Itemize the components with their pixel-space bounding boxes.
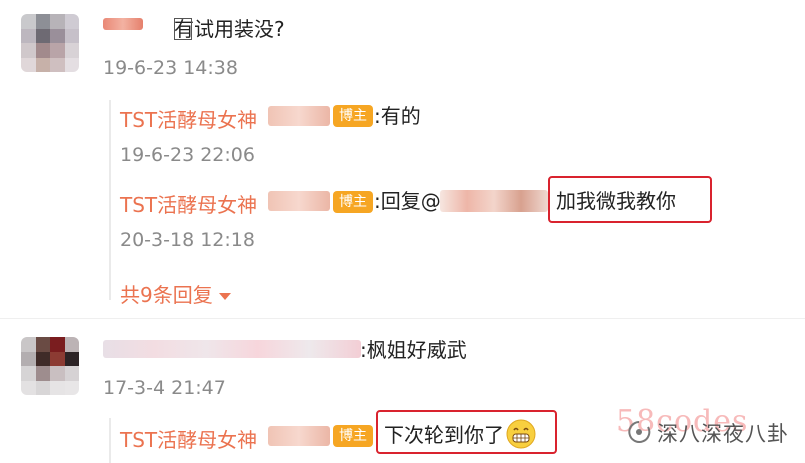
reply-text-prefix: :回复@	[374, 189, 441, 213]
comment-text: :枫姐好威武	[360, 338, 467, 362]
reply-timestamp: 19-6-23 22:06	[120, 144, 255, 166]
reply-author[interactable]: TST活酵母女神	[120, 189, 257, 218]
username-redacted[interactable]	[103, 18, 143, 30]
username-redacted[interactable]	[103, 340, 361, 358]
more-replies-label: 共9条回复	[120, 283, 213, 307]
author-name-redacted	[268, 106, 330, 126]
text-cursor	[174, 18, 192, 40]
reply-timestamp: 20-3-18 12:18	[120, 229, 255, 251]
author-name-redacted	[268, 426, 330, 446]
channel-watermark: 深八深夜八卦	[657, 422, 789, 446]
comment-timestamp: 17-3-4 21:47	[103, 377, 226, 399]
comment-timestamp: 19-6-23 14:38	[103, 57, 238, 79]
avatar[interactable]	[21, 14, 79, 72]
reply-text: 下次轮到你了	[384, 423, 504, 447]
wechat-logo-icon	[626, 419, 652, 445]
caret-down-icon	[218, 293, 231, 300]
reply-author[interactable]: TST活酵母女神	[120, 104, 257, 133]
reply-author[interactable]: TST活酵母女神	[120, 424, 257, 453]
reply-text: :有的	[374, 104, 421, 128]
blogger-badge: 博主	[333, 191, 373, 213]
mention-redacted[interactable]	[440, 190, 548, 212]
reply-thread-line	[109, 100, 111, 300]
author-name-redacted	[268, 191, 330, 211]
reply-thread-line	[109, 418, 111, 463]
more-replies-link[interactable]: 共9条回复	[120, 279, 231, 308]
grin-emoji-icon	[506, 419, 536, 449]
avatar[interactable]	[21, 337, 79, 395]
highlighted-reply-text: 加我微我教你	[556, 189, 676, 213]
divider	[0, 318, 805, 319]
blogger-badge: 博主	[333, 425, 373, 447]
blogger-badge: 博主	[333, 105, 373, 127]
